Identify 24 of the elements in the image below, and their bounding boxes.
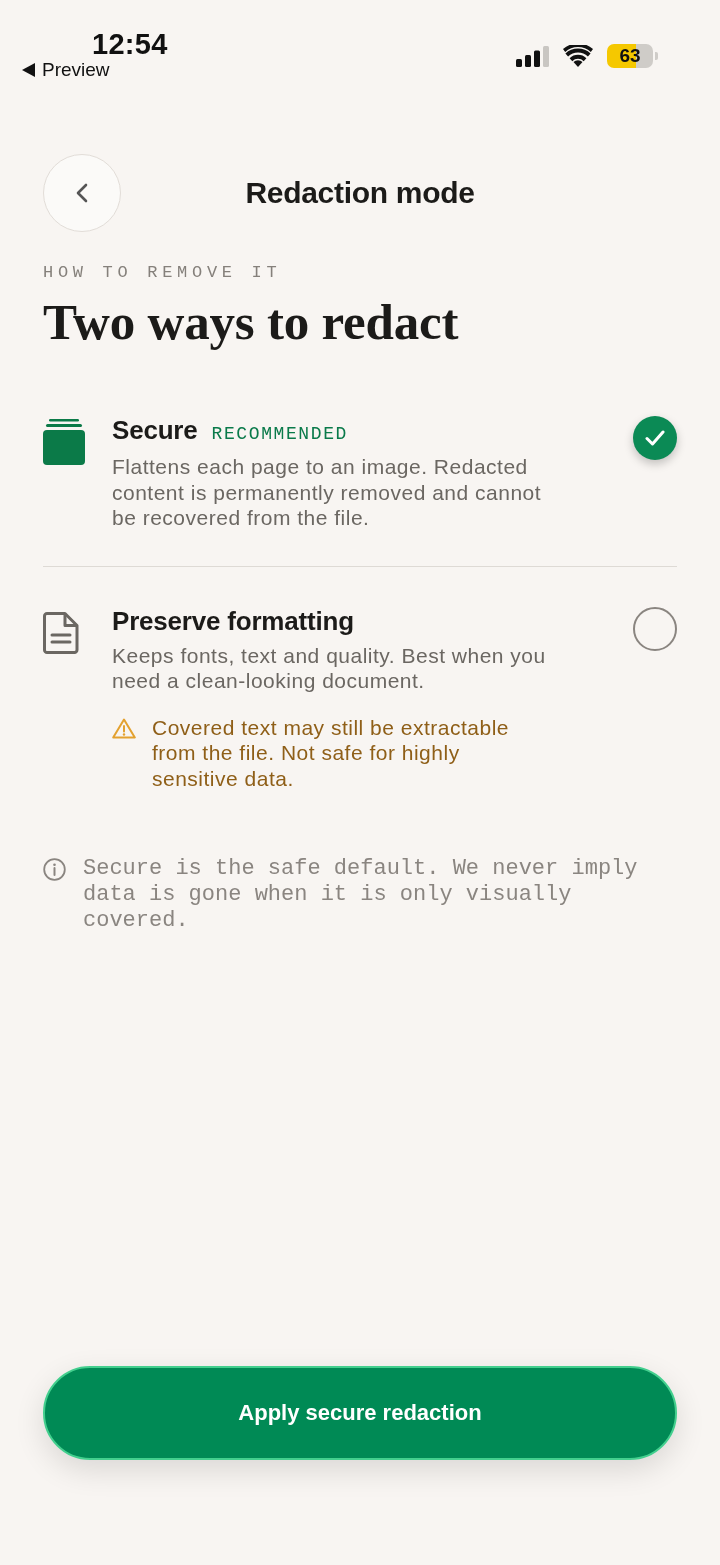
chevron-left-icon xyxy=(76,183,88,203)
option-title: Secure xyxy=(112,414,198,446)
check-icon xyxy=(645,430,665,446)
warning-icon xyxy=(112,717,136,739)
info-icon xyxy=(43,857,66,881)
option-title: Preserve formatting xyxy=(112,604,354,637)
recommended-label: RECOMMENDED xyxy=(211,424,348,444)
back-to-app-link[interactable]: Preview xyxy=(22,59,110,81)
signal-icon xyxy=(516,45,549,67)
stacked-pages-icon xyxy=(43,419,85,465)
apply-button[interactable]: Apply secure redaction xyxy=(43,1366,677,1460)
document-icon xyxy=(43,611,79,654)
status-time: 12:54 xyxy=(92,27,168,61)
radio-button[interactable] xyxy=(633,606,677,651)
option-description: Keeps fonts, text and quality. Best when you need a clean-looking document. xyxy=(112,642,547,694)
radio-button[interactable] xyxy=(633,416,677,460)
back-triangle-icon xyxy=(22,63,35,77)
warning-text: Covered text may still be extractable from the file. Not safe for highly sensitive data. xyxy=(152,714,510,792)
section-heading: Two ways to redact xyxy=(43,294,460,350)
option-description: Flattens each page to an image. Redacted content is permanently removed and cannot be recovered from the file. xyxy=(112,454,543,531)
wifi-icon xyxy=(563,45,593,67)
section-eyebrow: HOW TO REMOVE IT xyxy=(43,262,283,284)
screen-title: Redaction mode xyxy=(244,176,476,210)
info-note: Secure is the safe default. We never imply data is gone when it is only visually covered. xyxy=(83,855,639,934)
